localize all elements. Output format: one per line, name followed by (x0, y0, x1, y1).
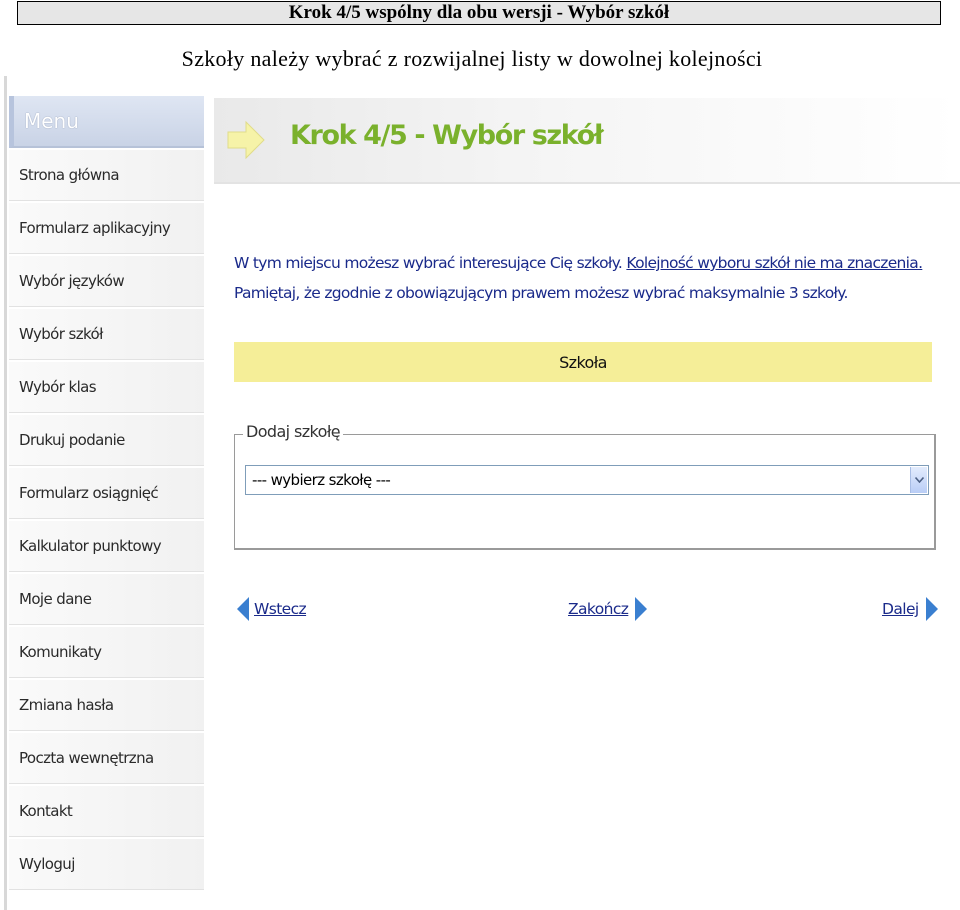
info-line-1-text: W tym miejscu możesz wybrać interesujące… (234, 254, 623, 272)
sidebar-item-kontakt[interactable]: Kontakt (9, 786, 204, 837)
next-button[interactable]: Dalej (882, 594, 939, 624)
arrow-right-icon (227, 120, 265, 160)
select-dropdown-button[interactable] (910, 467, 927, 493)
sidebar-item-strona-glowna[interactable]: Strona główna (9, 150, 204, 201)
finish-button[interactable]: Zakończ (568, 594, 648, 624)
next-label: Dalej (882, 600, 919, 618)
fieldset-legend: Dodaj szkołę (243, 422, 344, 441)
main-content: Krok 4/5 - Wybór szkół W tym miejscu moż… (214, 98, 960, 621)
document-title: Krok 4/5 wspólny dla obu wersji - Wybór … (17, 1, 941, 25)
document-title-text: Krok 4/5 wspólny dla obu wersji - Wybór … (288, 2, 670, 23)
back-button[interactable]: Wstecz (236, 594, 307, 624)
table-header-szkola: Szkoła (234, 342, 932, 382)
info-text: W tym miejscu możesz wybrać interesujące… (234, 248, 954, 308)
add-school-fieldset: Dodaj szkołę --- wybierz szkołę --- (234, 422, 936, 550)
sidebar-item-wybor-jezykow[interactable]: Wybór języków (9, 256, 204, 307)
menu-header: Menu (9, 96, 204, 148)
sidebar-item-zmiana-hasla[interactable]: Zmiana hasła (9, 680, 204, 731)
sidebar-item-kalkulator-punktowy[interactable]: Kalkulator punktowy (9, 521, 204, 572)
sidebar-item-drukuj-podanie[interactable]: Drukuj podanie (9, 415, 204, 466)
info-line-1: W tym miejscu możesz wybrać interesujące… (234, 248, 954, 278)
sidebar-item-wybor-klas[interactable]: Wybór klas (9, 362, 204, 413)
page-title: Krok 4/5 - Wybór szkół (290, 120, 604, 151)
school-select[interactable]: --- wybierz szkołę --- (245, 465, 929, 495)
sidebar-menu: Menu Strona główna Formularz aplikacyjny… (9, 96, 204, 890)
step-banner: Krok 4/5 - Wybór szkół (214, 98, 960, 184)
triangle-right-icon (635, 597, 648, 621)
chevron-down-icon (914, 477, 924, 483)
back-label: Wstecz (254, 600, 307, 618)
frame-edge (4, 76, 7, 910)
sidebar-item-moje-dane[interactable]: Moje dane (9, 574, 204, 625)
finish-label: Zakończ (568, 600, 629, 618)
school-select-value: --- wybierz szkołę --- (252, 471, 391, 489)
sidebar-item-wyloguj[interactable]: Wyloguj (9, 839, 204, 890)
info-line-2: Pamiętaj, że zgodnie z obowiązującym pra… (234, 284, 848, 302)
triangle-right-icon (925, 597, 938, 621)
triangle-left-icon (237, 597, 249, 621)
screenshot-frame: Menu Strona główna Formularz aplikacyjny… (4, 76, 960, 910)
sidebar-item-formularz-osiagniec[interactable]: Formularz osiągnięć (9, 468, 204, 519)
sidebar-item-formularz-aplikacyjny[interactable]: Formularz aplikacyjny (9, 203, 204, 254)
sidebar-item-poczta-wewnetrzna[interactable]: Poczta wewnętrzna (9, 733, 204, 784)
sidebar-item-wybor-szkol[interactable]: Wybór szkół (9, 309, 204, 360)
document-subtitle: Szkoły należy wybrać z rozwijalnej listy… (181, 46, 763, 71)
order-info-link[interactable]: Kolejność wyboru szkół nie ma znaczenia. (626, 254, 923, 272)
sidebar-item-komunikaty[interactable]: Komunikaty (9, 627, 204, 678)
